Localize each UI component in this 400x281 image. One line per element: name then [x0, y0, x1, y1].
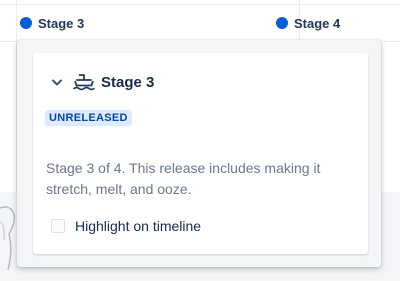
- highlight-checkbox-label: Highlight on timeline: [75, 218, 202, 234]
- grid-line: [0, 4, 400, 5]
- chevron-down-icon[interactable]: [49, 74, 65, 90]
- release-marker-stage-3[interactable]: Stage 3: [20, 13, 84, 33]
- highlight-checkbox[interactable]: [51, 219, 65, 233]
- release-marker-label: Stage 4: [294, 15, 341, 31]
- ship-icon: [73, 74, 95, 91]
- release-description: Stage 3 of 4. This release includes maki…: [46, 160, 321, 197]
- release-dot-icon: [276, 17, 288, 29]
- release-marker-stage-4[interactable]: Stage 4: [276, 13, 340, 33]
- release-card-header: Stage 3: [49, 70, 154, 94]
- release-marker-label: Stage 3: [38, 15, 85, 31]
- release-title: Stage 3: [101, 73, 155, 91]
- status-badge: UNRELEASED: [45, 110, 132, 126]
- highlight-on-timeline-toggle[interactable]: Highlight on timeline: [51, 216, 201, 236]
- release-dot-icon: [20, 17, 32, 29]
